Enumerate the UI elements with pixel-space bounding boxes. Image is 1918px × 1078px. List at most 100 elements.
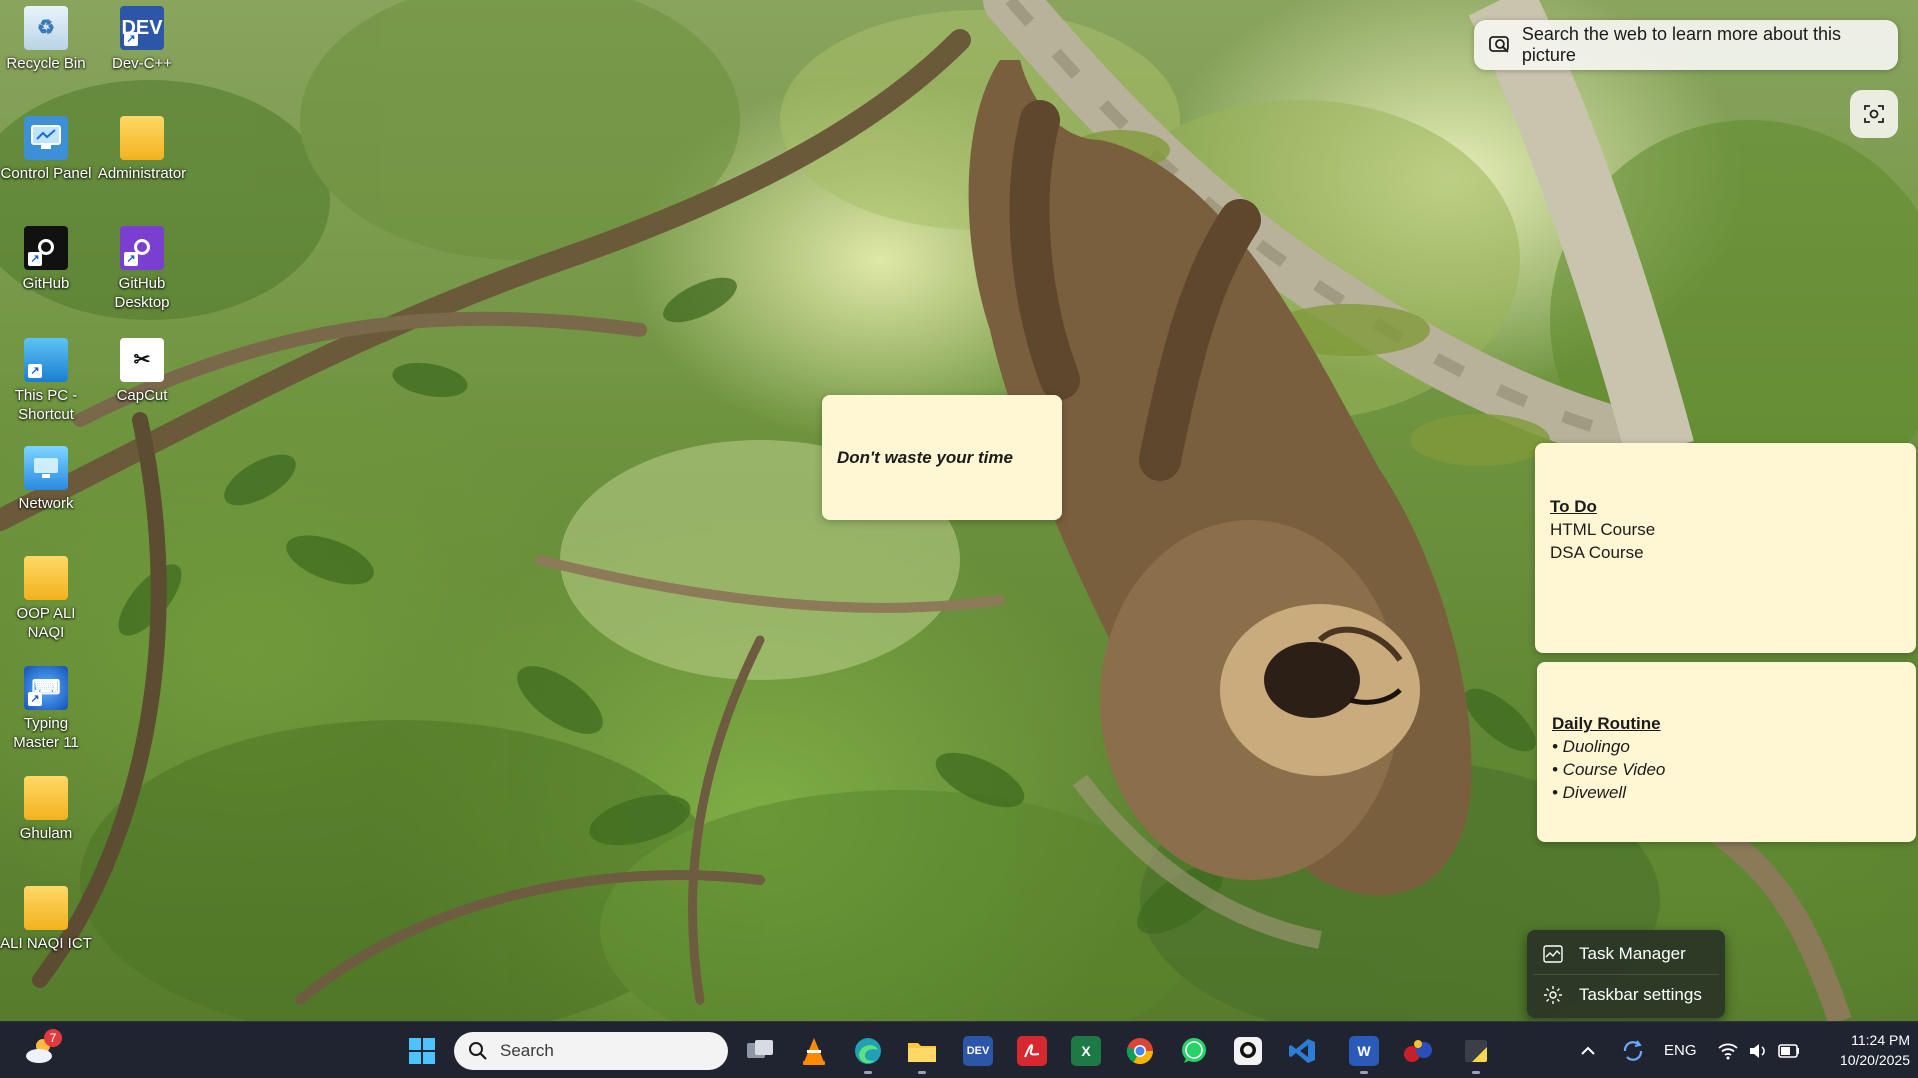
capcut-icon: ✂ xyxy=(120,338,164,382)
desktop-icon-label: OOP ALI NAQI xyxy=(16,605,76,641)
desktop-icon-ali-naqi-ict[interactable]: ALI NAQI ICT xyxy=(0,886,92,953)
desktop-icon-label: Recycle Bin xyxy=(6,55,86,72)
tray-sync-button[interactable] xyxy=(1620,1022,1646,1078)
notification-badge: 7 xyxy=(44,1029,62,1047)
sticky-note-todo[interactable]: To Do HTML Course DSA Course xyxy=(1535,443,1916,653)
folder-icon xyxy=(24,776,68,820)
github-icon: ↗ xyxy=(24,226,68,270)
typing-master-icon: ⌨ ↗ xyxy=(24,666,68,710)
desktop-icon-label: ALI NAQI ICT xyxy=(0,935,92,952)
menu-item-task-manager[interactable]: Task Manager xyxy=(1527,934,1725,974)
desktop-icon-control-panel[interactable]: Control Panel xyxy=(0,116,92,183)
devcpp-icon: DEV ↗ xyxy=(120,6,164,50)
taskbar-app-devcpp[interactable]: DEV xyxy=(958,1031,998,1071)
note-line: • Course Video xyxy=(1552,760,1666,779)
tray-overflow-button[interactable] xyxy=(1580,1022,1596,1078)
weather-widget[interactable]: 7 xyxy=(20,1029,62,1071)
clock-time: 11:24 PM xyxy=(1851,1032,1910,1048)
desktop-icon-label: GitHub xyxy=(22,275,70,292)
menu-item-label: Task Manager xyxy=(1579,944,1686,963)
whatsapp-icon xyxy=(1182,1038,1206,1063)
note-line: • Divewell xyxy=(1552,783,1626,802)
folder-icon xyxy=(24,556,68,600)
taskbar-app-sticky-notes[interactable] xyxy=(1456,1031,1496,1074)
desktop-icon-oop-ali-naqi[interactable]: OOP ALI NAQI xyxy=(0,556,92,642)
task-manager-icon xyxy=(1543,945,1563,963)
task-view-icon xyxy=(747,1040,773,1058)
taskbar-app-acrobat[interactable] xyxy=(1012,1031,1052,1071)
desktop-icon-github[interactable]: ↗ GitHub xyxy=(0,226,92,293)
sticky-note-daily-routine[interactable]: Daily Routine • Duolingo • Course Video … xyxy=(1537,662,1916,842)
menu-item-taskbar-settings[interactable]: Taskbar settings xyxy=(1527,975,1725,1015)
sticky-notes-icon xyxy=(1465,1040,1487,1062)
folder-icon xyxy=(24,886,68,930)
word-icon: W xyxy=(1349,1036,1379,1066)
desktop-icon-recycle-bin[interactable]: ♻ Recycle Bin xyxy=(0,6,92,73)
vlc-icon xyxy=(803,1038,825,1065)
taskbar-app-word[interactable]: W xyxy=(1344,1031,1384,1074)
running-indicator xyxy=(1360,1071,1368,1074)
desktop-icon-this-pc[interactable]: ↗ This PC - Shortcut xyxy=(0,338,92,424)
clock-date: 10/20/2025 xyxy=(1839,1052,1910,1068)
desktop-icon-typing-master[interactable]: ⌨ ↗ Typing Master 11 xyxy=(0,666,92,752)
taskbar-context-menu: Task Manager Taskbar settings xyxy=(1527,930,1725,1018)
search-placeholder: Search xyxy=(500,1041,554,1060)
desktop-icon-capcut[interactable]: ✂ CapCut xyxy=(96,338,188,405)
desktop-icon-administrator[interactable]: Administrator xyxy=(96,116,188,183)
taskbar-app-chrome[interactable] xyxy=(1120,1031,1160,1071)
note-line: • Duolingo xyxy=(1552,737,1630,756)
taskbar-app-vlc[interactable] xyxy=(794,1031,834,1071)
desktop-icon-label: Typing Master 11 xyxy=(13,715,79,751)
visual-search-button[interactable] xyxy=(1850,90,1898,138)
chevron-up-icon xyxy=(1581,1046,1595,1055)
volume-icon xyxy=(1750,1043,1765,1058)
windows-icon xyxy=(409,1038,435,1064)
battery-icon xyxy=(1778,1043,1799,1058)
taskbar-app-whatsapp[interactable] xyxy=(1174,1031,1214,1071)
sticky-note-quote[interactable]: Don't waste your time xyxy=(822,395,1062,520)
visual-search-icon xyxy=(1489,36,1509,53)
desktop-icon-label: Dev-C++ xyxy=(111,55,173,72)
taskbar-app-edge[interactable] xyxy=(848,1031,888,1074)
chrome-icon xyxy=(1126,1038,1154,1065)
desktop-icon-label: Control Panel xyxy=(0,165,92,182)
taskbar-app-task-view[interactable] xyxy=(740,1031,780,1071)
acrobat-icon xyxy=(1017,1036,1047,1066)
taskbar-app-github[interactable] xyxy=(1228,1031,1268,1071)
search-picture-button[interactable]: Search the web to learn more about this … xyxy=(1474,20,1898,70)
desktop-icon-label: Network xyxy=(18,495,74,512)
sync-icon xyxy=(1623,1039,1643,1061)
desktop-icon-label: GitHub Desktop xyxy=(114,275,170,311)
network-icon xyxy=(24,446,68,490)
running-indicator xyxy=(864,1071,872,1074)
desktop-icon-devcpp[interactable]: DEV ↗ Dev-C++ xyxy=(96,6,188,73)
game-icon xyxy=(1404,1040,1432,1062)
start-button[interactable] xyxy=(402,1031,442,1071)
excel-icon: X xyxy=(1071,1036,1101,1066)
taskbar-app-file-explorer[interactable] xyxy=(902,1031,942,1074)
desktop-icon-network[interactable]: Network xyxy=(0,446,92,513)
desktop-icon-ghulam[interactable]: Ghulam xyxy=(0,776,92,843)
folder-icon xyxy=(908,1043,936,1062)
taskbar-app-vscode[interactable] xyxy=(1282,1031,1322,1071)
note-line: HTML Course xyxy=(1550,520,1656,539)
devcpp-icon: DEV xyxy=(963,1036,993,1066)
user-folder-icon xyxy=(120,116,164,160)
clock[interactable]: 11:24 PM 10/20/2025 xyxy=(1810,1030,1910,1070)
search-picture-label: Search the web to learn more about this … xyxy=(1521,24,1842,65)
note-text: Don't waste your time xyxy=(837,448,1013,467)
gear-icon xyxy=(1544,986,1562,1004)
taskbar-app-excel[interactable]: X xyxy=(1066,1031,1106,1071)
vscode-icon xyxy=(1289,1039,1315,1063)
quick-settings-button[interactable] xyxy=(1718,1022,1800,1078)
desktop-icon-label: Ghulam xyxy=(19,825,73,842)
menu-item-label: Taskbar settings xyxy=(1579,985,1702,1004)
taskbar-app-game[interactable] xyxy=(1398,1031,1438,1071)
taskbar-search[interactable]: Search xyxy=(454,1032,728,1070)
desktop-icon-github-desktop[interactable]: ↗ GitHub Desktop xyxy=(96,226,188,312)
github-icon xyxy=(1234,1037,1262,1065)
desktop-icon-label: Administrator xyxy=(97,165,187,182)
note-line: DSA Course xyxy=(1550,543,1644,562)
this-pc-icon: ↗ xyxy=(24,338,68,382)
language-indicator[interactable]: ENG xyxy=(1664,1022,1697,1078)
